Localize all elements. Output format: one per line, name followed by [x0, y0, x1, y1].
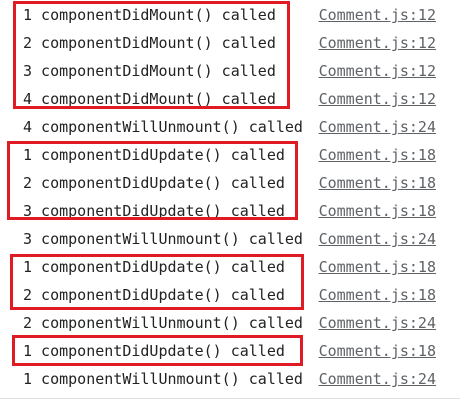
console-log-row: 1 componentDidUpdate() called Comment.js… [0, 141, 460, 169]
source-link[interactable]: Comment.js:24 [319, 229, 436, 249]
source-link[interactable]: Comment.js:12 [319, 33, 436, 53]
console-log-row: 1 componentDidUpdate() called Comment.js… [0, 253, 460, 281]
console-log-row: 1 componentDidUpdate() called Comment.js… [0, 337, 460, 365]
console-log-row: 2 componentDidUpdate() called Comment.js… [0, 281, 460, 309]
log-message: 3 componentWillUnmount() called [23, 230, 303, 248]
log-message: 3 componentDidUpdate() called [23, 202, 285, 220]
source-link[interactable]: Comment.js:12 [319, 5, 436, 25]
log-message: 2 componentDidUpdate() called [23, 286, 285, 304]
divider [0, 398, 460, 399]
log-message: 2 componentDidUpdate() called [23, 174, 285, 192]
console-log-row: 4 componentWillUnmount() called Comment.… [0, 113, 460, 141]
console-panel: 1 componentDidMount() called Comment.js:… [0, 0, 460, 402]
console-log-row: 3 componentDidMount() called Comment.js:… [0, 57, 460, 85]
log-message: 1 componentWillUnmount() called [23, 370, 303, 388]
console-log-row: 2 componentDidMount() called Comment.js:… [0, 29, 460, 57]
log-message: 1 componentDidUpdate() called [23, 258, 285, 276]
log-message: 2 componentWillUnmount() called [23, 314, 303, 332]
source-link[interactable]: Comment.js:18 [319, 173, 436, 193]
console-log-row: 4 componentDidMount() called Comment.js:… [0, 85, 460, 113]
console-log-row: 2 componentDidUpdate() called Comment.js… [0, 169, 460, 197]
console-log-row: 1 componentDidMount() called Comment.js:… [0, 1, 460, 29]
console-log-row: 3 componentDidUpdate() called Comment.js… [0, 197, 460, 225]
log-message: 1 componentDidMount() called [23, 6, 276, 24]
source-link[interactable]: Comment.js:18 [319, 341, 436, 361]
console-log-row: 3 componentWillUnmount() called Comment.… [0, 225, 460, 253]
source-link[interactable]: Comment.js:24 [319, 117, 436, 137]
source-link[interactable]: Comment.js:18 [319, 285, 436, 305]
source-link[interactable]: Comment.js:18 [319, 257, 436, 277]
source-link[interactable]: Comment.js:18 [319, 201, 436, 221]
console-log-row: 1 componentWillUnmount() called Comment.… [0, 365, 460, 393]
source-link[interactable]: Comment.js:18 [319, 145, 436, 165]
log-message: 4 componentDidMount() called [23, 90, 276, 108]
log-message: 2 componentDidMount() called [23, 34, 276, 52]
source-link[interactable]: Comment.js:24 [319, 313, 436, 333]
source-link[interactable]: Comment.js:12 [319, 89, 436, 109]
log-message: 4 componentWillUnmount() called [23, 118, 303, 136]
log-message: 1 componentDidUpdate() called [23, 342, 285, 360]
source-link[interactable]: Comment.js:24 [319, 369, 436, 389]
log-message: 3 componentDidMount() called [23, 62, 276, 80]
log-message: 1 componentDidUpdate() called [23, 146, 285, 164]
source-link[interactable]: Comment.js:12 [319, 61, 436, 81]
console-log-row: 2 componentWillUnmount() called Comment.… [0, 309, 460, 337]
